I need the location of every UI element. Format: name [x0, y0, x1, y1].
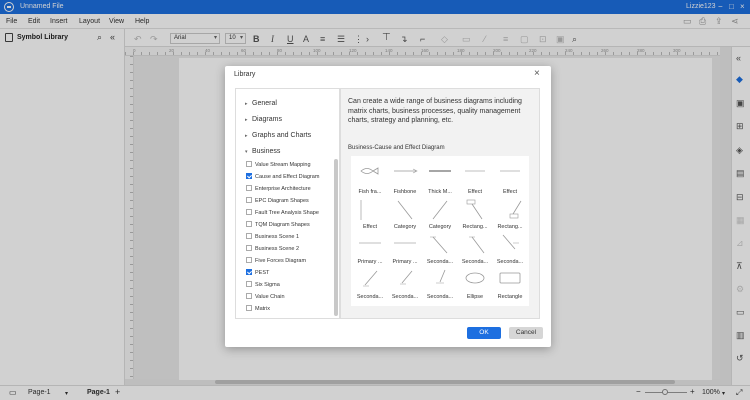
- section-title: Business-Cause and Effect Diagram: [348, 145, 445, 151]
- chevron-right-icon: ▸: [245, 117, 248, 123]
- primary-cause-icon: [394, 242, 416, 244]
- secondary-cause-icon: [436, 269, 446, 284]
- list-item[interactable]: Six Sigma: [246, 281, 280, 288]
- list-item[interactable]: Cause and Effect Diagram: [246, 173, 319, 180]
- secondary-cause-icon: [469, 236, 485, 254]
- category-business[interactable]: ▾ Business: [245, 148, 280, 155]
- list-item[interactable]: Business Scene 2: [246, 245, 299, 252]
- list-item[interactable]: EPC Diagram Shapes: [246, 197, 309, 204]
- shape-rectangle[interactable]: Rectangle: [493, 267, 527, 300]
- chevron-down-icon: ▾: [245, 149, 248, 155]
- checkbox[interactable]: [246, 185, 252, 191]
- chevron-right-icon: ▸: [245, 133, 248, 139]
- shape-effect[interactable]: Effect: [493, 162, 527, 195]
- secondary-cause-icon: [363, 270, 378, 287]
- shape-ellipse[interactable]: Ellipse: [458, 267, 492, 300]
- category-list-scrollbar[interactable]: [334, 159, 338, 316]
- shape-fish-frame[interactable]: Fish fra...: [353, 162, 387, 195]
- fish-frame-icon: [360, 167, 379, 175]
- category-graphs-and-charts[interactable]: ▸ Graphs and Charts: [245, 132, 311, 139]
- checkbox[interactable]: [246, 281, 252, 287]
- checkbox-checked[interactable]: [246, 269, 252, 275]
- shape-rectangle-category[interactable]: Rectang...: [458, 197, 492, 230]
- shape-primary-cause[interactable]: Primary ...: [388, 232, 422, 265]
- checkbox[interactable]: [246, 209, 252, 215]
- rectangle-icon: [499, 272, 521, 284]
- list-item[interactable]: Matrix: [246, 305, 270, 312]
- category-diagrams[interactable]: ▸ Diagrams: [245, 116, 282, 123]
- checkbox[interactable]: [246, 305, 252, 311]
- category-icon: [397, 200, 413, 220]
- dialog-title: Library: [234, 71, 256, 78]
- list-item[interactable]: Five Forces Diagram: [246, 257, 306, 264]
- list-item[interactable]: TQM Diagram Shapes: [246, 221, 310, 228]
- effect-icon: [500, 170, 520, 172]
- secondary-cause-icon: [430, 236, 448, 254]
- shape-secondary-cause[interactable]: Seconda...: [458, 232, 492, 265]
- dialog-close-icon[interactable]: ×: [534, 68, 540, 80]
- category-general[interactable]: ▸ General: [245, 100, 277, 107]
- checkbox[interactable]: [246, 197, 252, 203]
- secondary-cause-icon: [400, 270, 413, 285]
- shape-thick-main[interactable]: Thick M...: [423, 162, 457, 195]
- thick-main-icon: [429, 170, 451, 172]
- fishbone-icon: [394, 168, 418, 174]
- effect-icon: [465, 170, 485, 172]
- checkbox-checked[interactable]: [246, 173, 252, 179]
- shape-effect[interactable]: Effect: [353, 197, 387, 230]
- checkbox[interactable]: [246, 257, 252, 263]
- category-icon: [432, 200, 448, 220]
- list-item[interactable]: Value Stream Mapping: [246, 161, 311, 168]
- checkbox[interactable]: [246, 221, 252, 227]
- library-description: Can create a wide range of business diag…: [348, 98, 522, 124]
- chevron-right-icon: ▸: [245, 101, 248, 107]
- shape-secondary-cause[interactable]: Seconda...: [353, 267, 387, 300]
- shape-secondary-cause[interactable]: Seconda...: [423, 267, 457, 300]
- shape-rectangle-category[interactable]: Rectang...: [493, 197, 527, 230]
- shape-category[interactable]: Category: [423, 197, 457, 230]
- shape-grid: Fish fra... Fishbone Thick M... Effect E…: [351, 156, 529, 306]
- effect-icon: [360, 200, 362, 220]
- checkbox[interactable]: [246, 161, 252, 167]
- list-item[interactable]: Fault Tree Analysis Shape: [246, 209, 319, 216]
- shape-secondary-cause[interactable]: Seconda...: [493, 232, 527, 265]
- rectangle-category-icon: [466, 199, 483, 220]
- checkbox[interactable]: [246, 233, 252, 239]
- shape-secondary-cause[interactable]: Seconda...: [423, 232, 457, 265]
- shape-effect[interactable]: Effect: [458, 162, 492, 195]
- primary-cause-icon: [359, 242, 381, 244]
- checkbox[interactable]: [246, 245, 252, 251]
- list-item[interactable]: Business Scene 1: [246, 233, 299, 240]
- ok-button[interactable]: OK: [467, 327, 501, 339]
- shape-secondary-cause[interactable]: Seconda...: [388, 267, 422, 300]
- cancel-button[interactable]: Cancel: [509, 327, 543, 339]
- list-item[interactable]: PEST: [246, 269, 269, 276]
- checkbox[interactable]: [246, 293, 252, 299]
- list-item[interactable]: Value Chain: [246, 293, 285, 300]
- secondary-cause-icon: [502, 234, 519, 250]
- list-item[interactable]: Enterprise Architecture: [246, 185, 311, 192]
- shape-fishbone[interactable]: Fishbone: [388, 162, 422, 195]
- shape-primary-cause[interactable]: Primary ...: [353, 232, 387, 265]
- shape-category[interactable]: Category: [388, 197, 422, 230]
- ellipse-icon: [465, 272, 485, 284]
- rectangle-category-icon: [509, 200, 522, 219]
